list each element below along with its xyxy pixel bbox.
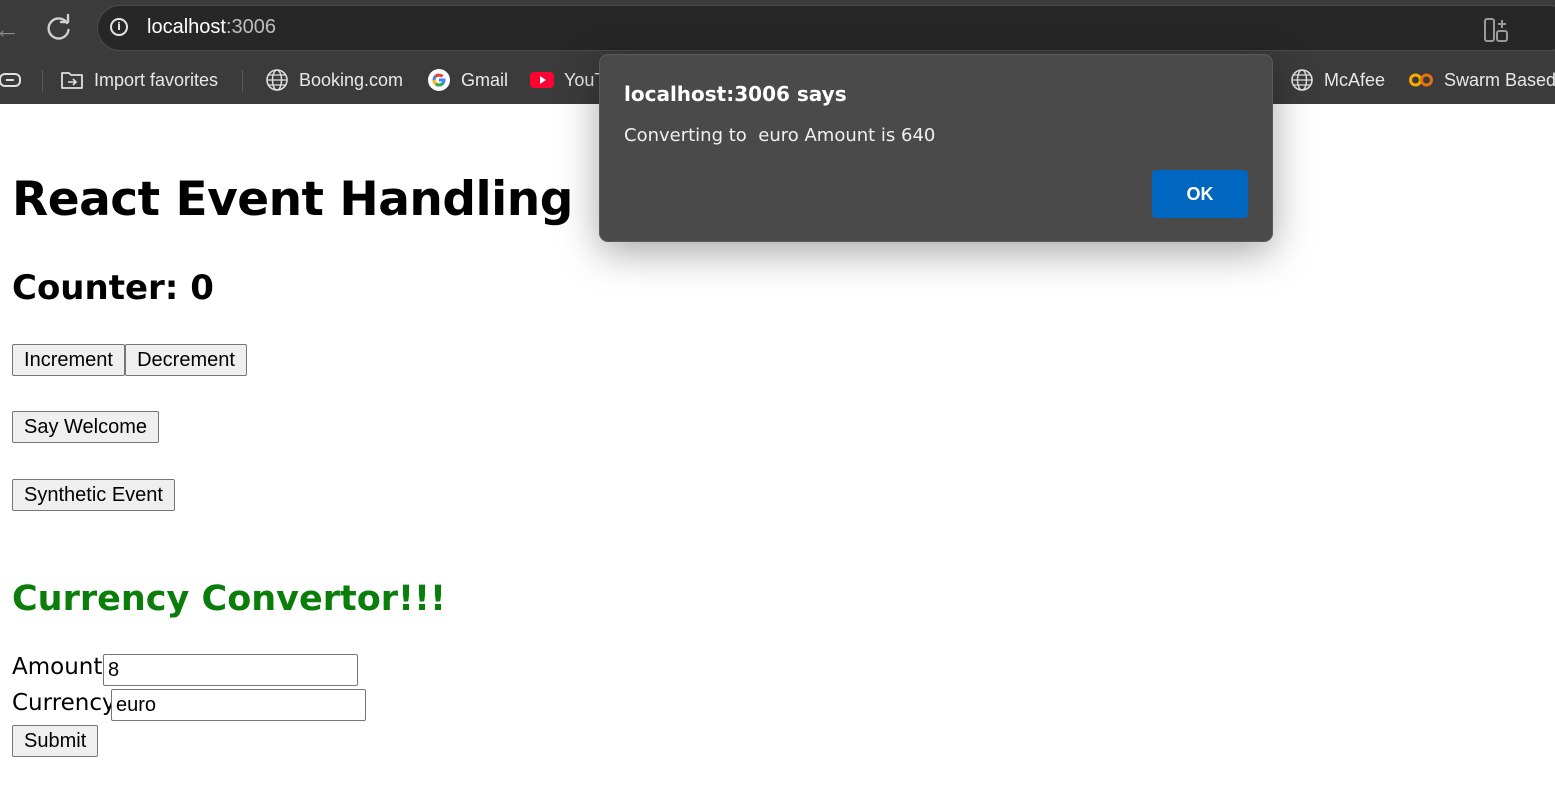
counter-heading: Counter: 0	[12, 268, 214, 308]
bookmarks-divider	[242, 70, 243, 92]
site-info-icon[interactable]: i	[110, 18, 128, 36]
google-icon	[427, 68, 451, 92]
split-screen-icon[interactable]	[1483, 17, 1509, 48]
address-bar[interactable]: i localhost:3006	[97, 5, 1555, 51]
ok-button[interactable]: OK	[1152, 170, 1248, 218]
globe-icon	[1290, 68, 1314, 92]
dialog-title: localhost:3006 says	[624, 82, 847, 106]
currency-convertor-title: Currency Convertor!!!	[12, 579, 446, 619]
submit-button[interactable]: Submit	[12, 725, 98, 757]
alert-dialog: localhost:3006 says Converting to euro A…	[599, 54, 1273, 242]
bookmark-label: Gmail	[461, 69, 509, 90]
dialog-message: Converting to euro Amount is 640	[624, 125, 936, 146]
collections-icon[interactable]	[0, 68, 24, 92]
bookmark-mcafee[interactable]: McAfee	[1290, 68, 1385, 92]
browser-toolbar: ← i localhost:3006	[0, 0, 1555, 58]
bookmark-booking[interactable]: Booking.com	[265, 68, 403, 92]
reload-icon[interactable]	[44, 13, 74, 48]
bookmarks-divider	[42, 70, 43, 92]
bookmark-gmail[interactable]: Gmail	[427, 68, 508, 92]
amount-input[interactable]	[103, 654, 358, 686]
bookmark-label: McAfee	[1324, 69, 1386, 90]
bookmark-label: Swarm Based T	[1444, 69, 1555, 90]
folder-import-icon	[60, 69, 84, 91]
increment-button[interactable]: Increment	[12, 344, 125, 376]
amount-label: Amount:	[12, 654, 111, 680]
bookmark-youtube[interactable]: YouT	[530, 68, 605, 92]
bookmark-label: Booking.com	[299, 69, 404, 90]
page-title: React Event Handling	[12, 172, 573, 227]
bookmark-import-favorites[interactable]: Import favorites	[60, 68, 218, 92]
bookmark-swarm[interactable]: Swarm Based T	[1408, 68, 1555, 92]
say-welcome-button[interactable]: Say Welcome	[12, 411, 159, 443]
decrement-button[interactable]: Decrement	[125, 344, 247, 376]
currency-input[interactable]	[111, 689, 366, 721]
globe-icon	[265, 68, 289, 92]
back-arrow-icon[interactable]: ←	[0, 14, 20, 45]
bookmark-label: Import favorites	[94, 69, 219, 90]
url-text: localhost:3006	[147, 16, 276, 38]
colab-icon	[1408, 72, 1434, 88]
youtube-icon	[530, 71, 554, 89]
synthetic-event-button[interactable]: Synthetic Event	[12, 479, 175, 511]
currency-label: Currency:	[12, 690, 122, 716]
